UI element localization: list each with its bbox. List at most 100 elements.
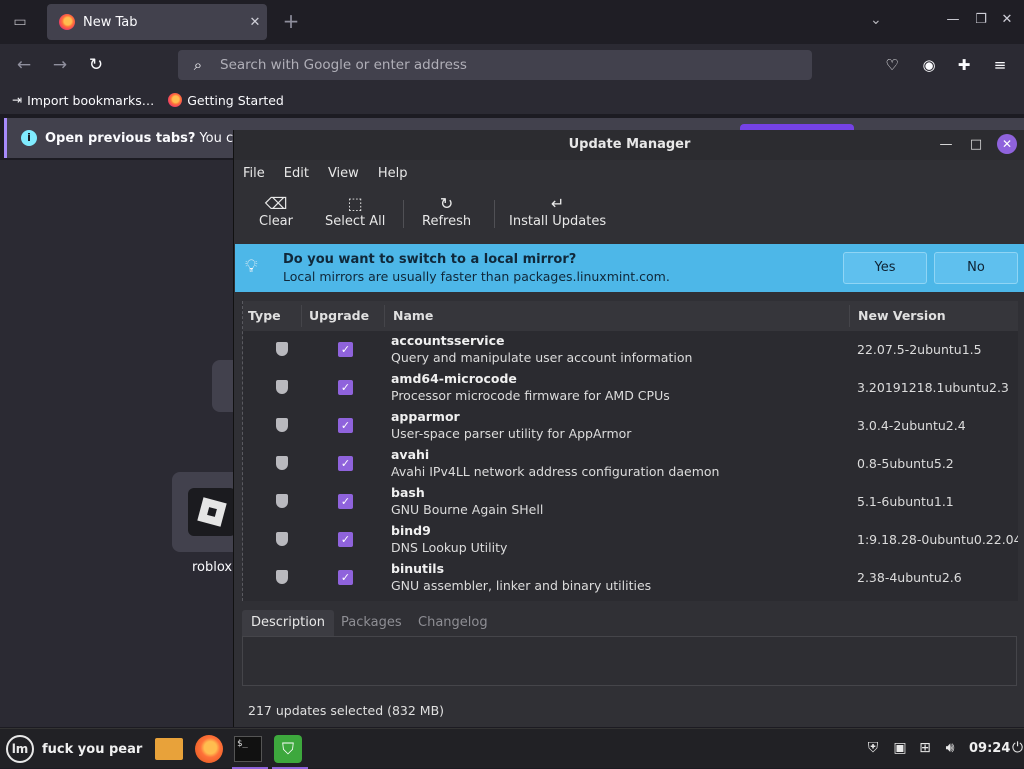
select-all-button[interactable]: ⬚ Select All	[325, 194, 385, 229]
updates-list: Type Upgrade Name New Version ✓ accounts…	[242, 301, 1018, 601]
package-type-icon	[276, 342, 288, 356]
column-name[interactable]: Name	[393, 308, 433, 323]
package-version: 3.20191218.1ubuntu2.3	[857, 380, 1009, 395]
upgrade-checkbox[interactable]: ✓	[338, 532, 353, 547]
clock[interactable]: 09:24	[969, 741, 1010, 756]
table-row[interactable]: ✓ binutils GNU assembler, linker and bin…	[243, 559, 1018, 597]
package-version: 5.1-6ubuntu1.1	[857, 494, 954, 509]
upgrade-checkbox[interactable]: ✓	[338, 570, 353, 585]
column-separator	[301, 305, 302, 327]
package-type-icon	[276, 456, 288, 470]
package-desc: User-space parser utility for AppArmor	[391, 426, 632, 441]
close-icon[interactable]: ✕	[998, 12, 1016, 27]
new-tab-button[interactable]: +	[280, 10, 302, 32]
install-label: Install Updates	[509, 214, 607, 229]
menu-edit[interactable]: Edit	[284, 166, 309, 181]
reload-icon[interactable]: ↻	[85, 54, 107, 76]
search-icon: ⌕	[193, 56, 203, 74]
account-icon[interactable]: ◉	[918, 54, 940, 76]
mirror-infobar: 💡︎ Do you want to switch to a local mirr…	[235, 244, 1024, 292]
shield-icon: ⛉	[274, 735, 302, 763]
menu-view[interactable]: View	[328, 166, 359, 181]
upgrade-checkbox[interactable]: ✓	[338, 456, 353, 471]
table-row[interactable]: ✓ bash GNU Bourne Again SHell 5.1-6ubunt…	[243, 483, 1018, 521]
bookmark-import[interactable]: ⇥ Import bookmarks…	[12, 93, 154, 108]
column-upgrade[interactable]: Upgrade	[309, 308, 369, 323]
firefox-nav-bar: ← → ↻ ⌕ ♡ ◉ ✚ ≡	[0, 44, 1024, 86]
bookmarks-toolbar: ⇥ Import bookmarks… Getting Started	[0, 86, 1024, 114]
update-manager-launcher[interactable]: ⛉	[272, 733, 308, 769]
back-icon[interactable]: ←	[13, 54, 35, 76]
tab-new-tab[interactable]: New Tab ✕	[47, 4, 267, 40]
maximize-icon[interactable]: □	[967, 136, 985, 154]
files-launcher[interactable]	[153, 733, 185, 765]
upgrade-checkbox[interactable]: ✓	[338, 494, 353, 509]
select-all-label: Select All	[325, 214, 386, 229]
tab-changelog[interactable]: Changelog	[409, 610, 497, 636]
table-row[interactable]: ✓ avahi Avahi IPv4LL network address con…	[243, 445, 1018, 483]
start-menu-button[interactable]: lm fuck you pear	[6, 735, 142, 763]
menu-bar: File Edit View Help	[234, 160, 1024, 186]
package-desc: Query and manipulate user account inform…	[391, 350, 693, 365]
firefox-launcher[interactable]	[193, 733, 225, 765]
restore-icon[interactable]: ❐	[972, 12, 990, 27]
table-row[interactable]: ✓ bind9 DNS Lookup Utility 1:9.18.28-0ub…	[243, 521, 1018, 559]
power-icon[interactable]: ⏻	[1012, 740, 1023, 756]
roblox-icon	[188, 488, 236, 536]
tab-list-icon[interactable]: ▭	[8, 10, 32, 34]
package-type-icon	[276, 570, 288, 584]
url-bar[interactable]: ⌕	[178, 50, 812, 80]
extensions-icon[interactable]: ✚	[953, 54, 975, 76]
package-name: bash	[391, 485, 425, 500]
list-header: Type Upgrade Name New Version	[243, 301, 1018, 331]
upgrade-checkbox[interactable]: ✓	[338, 418, 353, 433]
minimize-icon[interactable]: —	[937, 136, 955, 154]
pocket-icon[interactable]: ♡	[881, 54, 903, 76]
menu-file[interactable]: File	[243, 166, 265, 181]
list-rows: ✓ accountsservice Query and manipulate u…	[243, 331, 1018, 601]
package-name: binutils	[391, 561, 445, 576]
minimize-icon[interactable]: —	[944, 12, 962, 27]
window-titlebar[interactable]: Update Manager — □ ✕	[234, 130, 1024, 160]
upgrade-checkbox[interactable]: ✓	[338, 342, 353, 357]
refresh-icon: ↻	[439, 194, 454, 213]
terminal-launcher[interactable]: $_	[232, 733, 268, 769]
volume-tray-icon[interactable]: 🔊︎	[941, 740, 959, 756]
infobar-question: Do you want to switch to a local mirror?	[283, 252, 577, 267]
column-new-version[interactable]: New Version	[858, 308, 946, 323]
column-type[interactable]: Type	[248, 308, 281, 323]
forward-icon[interactable]: →	[49, 54, 71, 76]
package-version: 3.0.4-2ubuntu2.4	[857, 418, 966, 433]
taskbar: lm fuck you pear $_ ⛉ ⛨ ▣ ⊞ 🔊︎ 09:24 ⏻	[0, 728, 1024, 769]
package-desc: GNU assembler, linker and binary utiliti…	[391, 578, 652, 593]
table-row[interactable]: ✓ apparmor User-space parser utility for…	[243, 407, 1018, 445]
upgrade-checkbox[interactable]: ✓	[338, 380, 353, 395]
install-updates-button[interactable]: ↵ Install Updates	[509, 194, 606, 229]
no-button[interactable]: No	[934, 252, 1018, 284]
refresh-button[interactable]: ↻ Refresh	[422, 194, 471, 229]
url-input[interactable]	[218, 56, 812, 74]
tab-close-icon[interactable]: ✕	[243, 15, 267, 30]
yes-button[interactable]: Yes	[843, 252, 927, 284]
network-tray-icon[interactable]: ⊞	[916, 740, 934, 756]
update-shield-tray-icon[interactable]: ⛨	[864, 740, 882, 756]
clipboard-tray-icon[interactable]: ▣	[891, 740, 909, 756]
column-separator	[384, 305, 385, 327]
menu-help[interactable]: Help	[378, 166, 408, 181]
import-icon: ⇥	[12, 93, 23, 107]
chevron-down-icon[interactable]: ⌄	[870, 12, 882, 28]
toolbar-separator	[494, 200, 495, 228]
table-row[interactable]: ✓ amd64-microcode Processor microcode fi…	[243, 369, 1018, 407]
package-desc: DNS Lookup Utility	[391, 540, 508, 555]
description-panel	[242, 636, 1017, 686]
close-icon[interactable]: ✕	[997, 134, 1017, 154]
menu-icon[interactable]: ≡	[989, 54, 1011, 76]
table-row[interactable]: ✓ accountsservice Query and manipulate u…	[243, 331, 1018, 369]
package-name: accountsservice	[391, 333, 505, 348]
clear-button[interactable]: ⌫ Clear	[259, 194, 293, 229]
firefox-icon	[195, 735, 223, 763]
tab-description[interactable]: Description	[242, 610, 335, 636]
bookmark-getting-started[interactable]: Getting Started	[168, 93, 284, 108]
update-manager-window: Update Manager — □ ✕ File Edit View Help…	[233, 130, 1024, 727]
tab-packages[interactable]: Packages	[332, 610, 411, 636]
